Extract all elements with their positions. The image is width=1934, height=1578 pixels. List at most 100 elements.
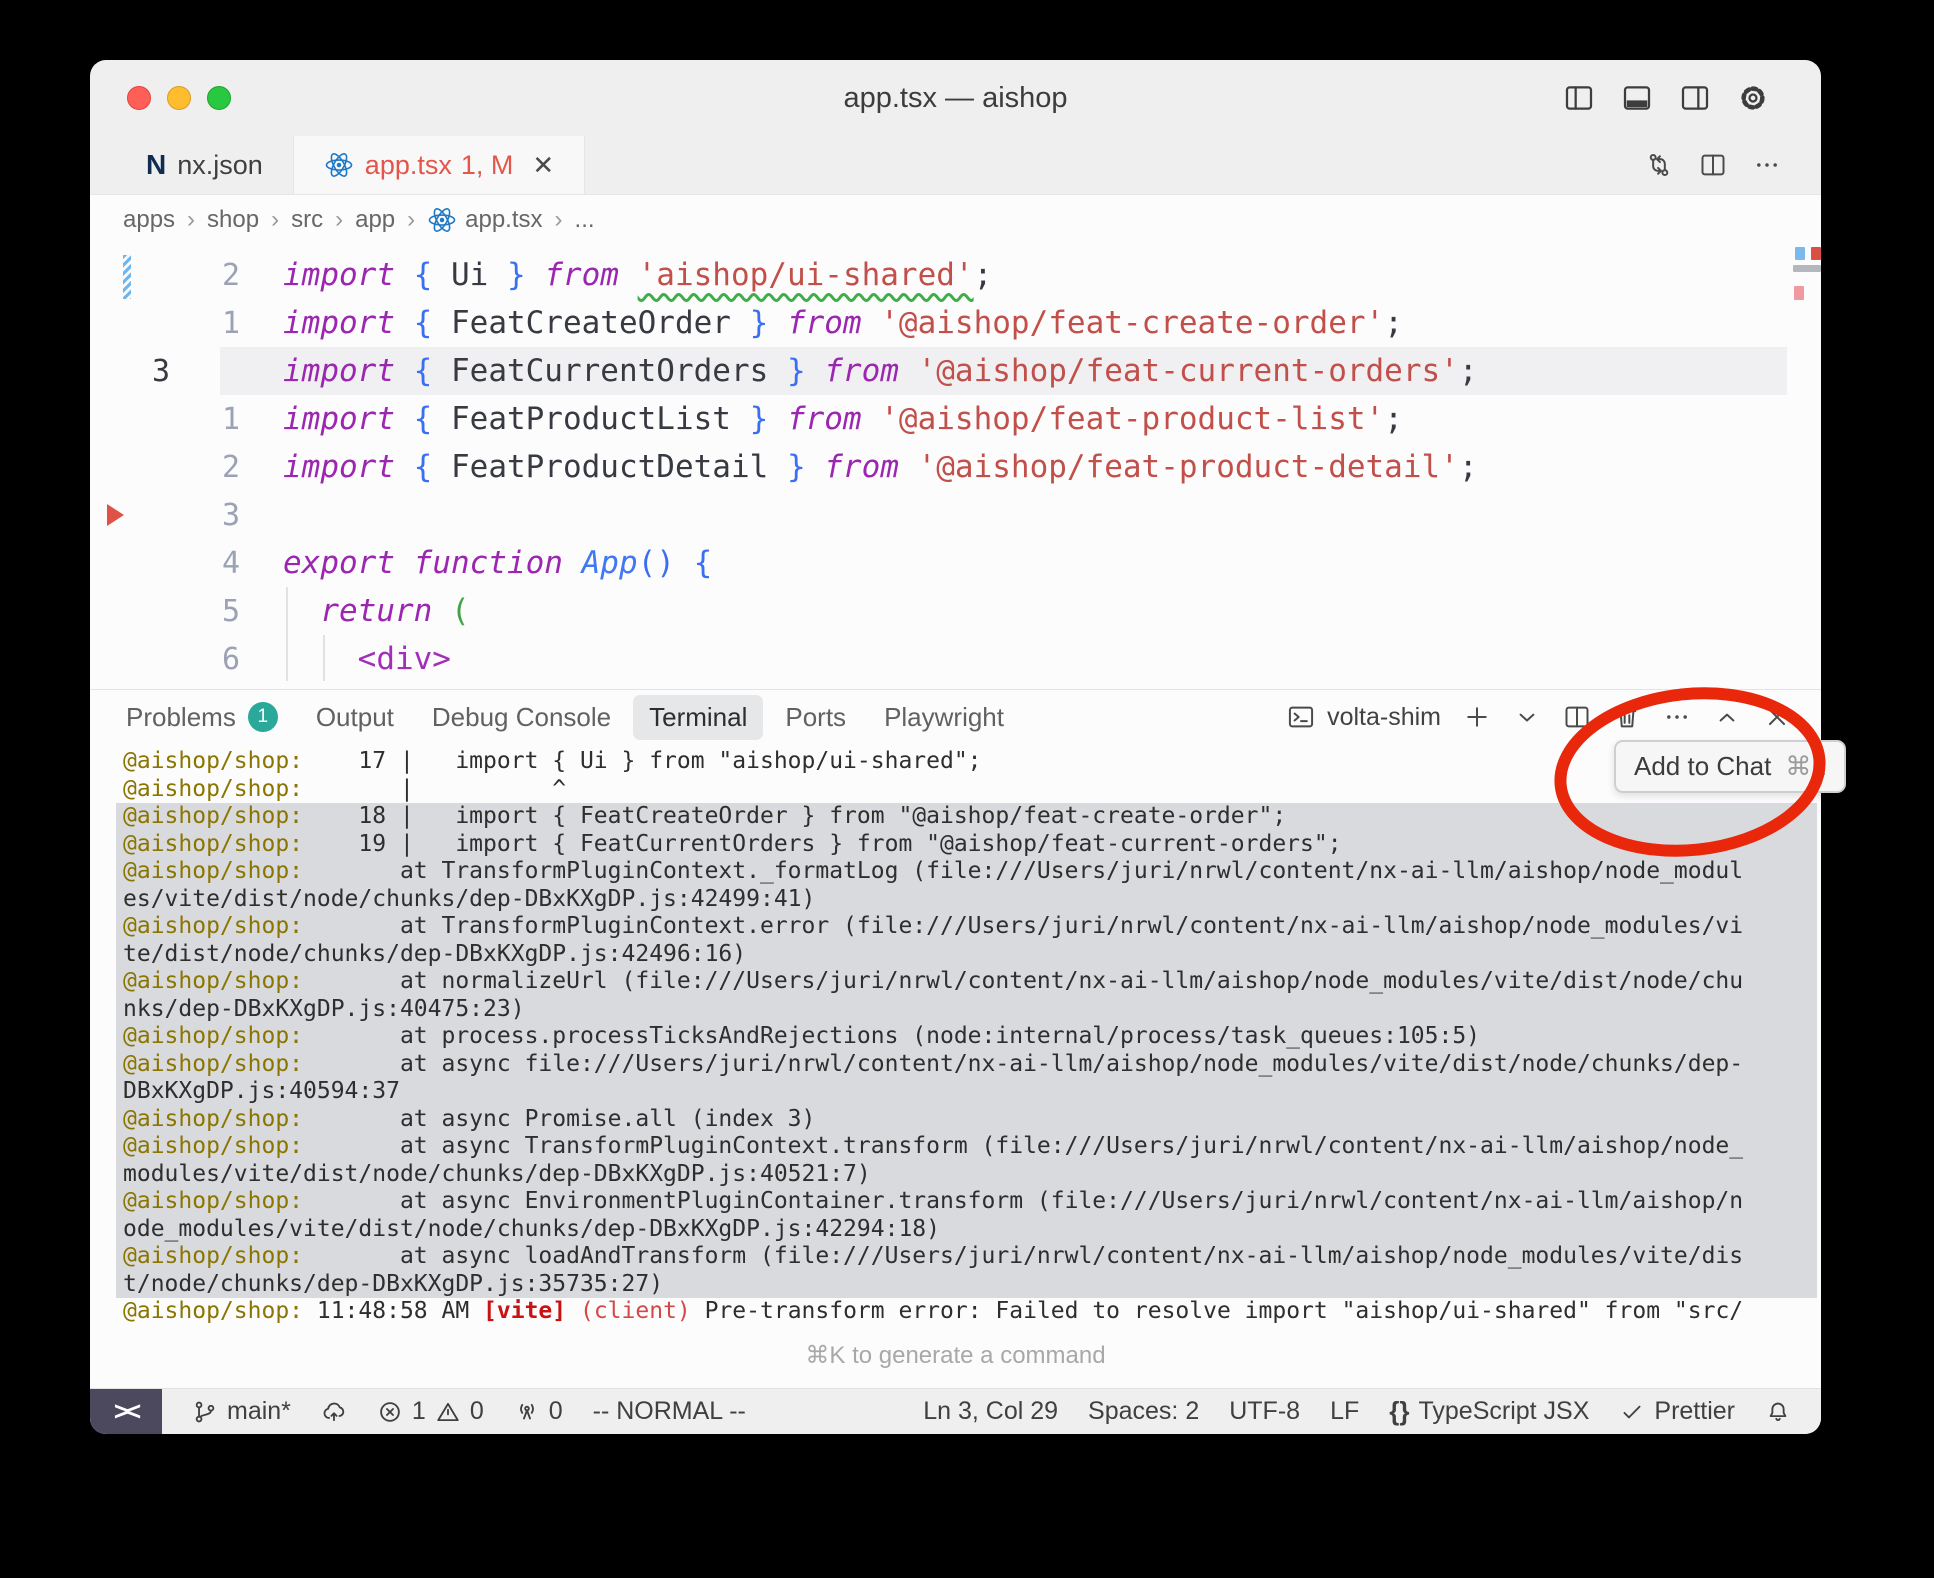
editor-line[interactable]: 3 xyxy=(90,491,1821,539)
editor-line[interactable]: 3import { FeatCurrentOrders } from '@ais… xyxy=(90,347,1821,395)
status-label: Ln 3, Col 29 xyxy=(923,1397,1058,1426)
terminal-output[interactable]: @aishop/shop: 17 | import { Ui } from "a… xyxy=(90,744,1821,1326)
status-item-encoding[interactable]: UTF-8 xyxy=(1229,1389,1300,1434)
braces-icon: {} xyxy=(1389,1396,1409,1427)
terminal-line: @aishop/shop: 17 | import { Ui } from "a… xyxy=(116,748,1817,776)
terminal-more-actions-button[interactable] xyxy=(1663,703,1691,731)
editor-line[interactable]: 2 import { Ui } from 'aishop/ui-shared'; xyxy=(90,251,1821,299)
status-count: 0 xyxy=(470,1397,484,1426)
breadcrumb-item-apps[interactable]: apps xyxy=(123,206,175,234)
code-text: export function App() { xyxy=(283,545,712,581)
zoom-window-button[interactable] xyxy=(207,86,231,110)
breadcrumb-separator: › xyxy=(335,206,343,234)
tab-app-tsx[interactable]: app.tsx1, M✕ xyxy=(293,136,585,194)
window-controls xyxy=(127,60,231,136)
breadcrumb-label: shop xyxy=(207,206,259,234)
terminal-icon xyxy=(1287,703,1315,731)
status-bar: ><main*100-- NORMAL -- Ln 3, Col 29Space… xyxy=(90,1388,1821,1434)
status-item-indentation[interactable]: Spaces: 2 xyxy=(1088,1389,1199,1434)
toggle-panel-button[interactable] xyxy=(1621,82,1653,114)
editor-lines: 2 import { Ui } from 'aishop/ui-shared'; 1… xyxy=(90,251,1821,683)
breadcrumb-item-app[interactable]: app xyxy=(355,206,395,234)
code-editor[interactable]: 2 import { Ui } from 'aishop/ui-shared'; 1… xyxy=(90,245,1821,689)
kill-terminal-button[interactable] xyxy=(1613,703,1641,731)
terminal-line: @aishop/shop: 11:48:58 AM [vite] (client… xyxy=(116,1298,1817,1326)
editor-line[interactable]: 5 return ( xyxy=(90,587,1821,635)
split-icon xyxy=(1563,703,1591,731)
editor-tabs: Nnx.jsonapp.tsx1, M✕ xyxy=(90,136,585,194)
editor-tab-bar: Nnx.jsonapp.tsx1, M✕ xyxy=(90,136,1821,195)
status-item-language-mode[interactable]: {} TypeScript JSX xyxy=(1389,1389,1589,1434)
breadcrumb-item-shop[interactable]: shop xyxy=(207,206,259,234)
overview-warning-mark xyxy=(1794,286,1804,300)
status-item-eol[interactable]: LF xyxy=(1330,1389,1359,1434)
panel-tab-output[interactable]: Output xyxy=(300,695,410,740)
panel-tab-label: Playwright xyxy=(884,702,1004,733)
editor-line[interactable]: 1import { FeatCreateOrder } from '@aisho… xyxy=(90,299,1821,347)
terminal-line: @aishop/shop: at async EnvironmentPlugin… xyxy=(116,1188,1817,1216)
editor-line[interactable]: 2import { FeatProductDetail } from '@ais… xyxy=(90,443,1821,491)
tab-close-icon[interactable]: ✕ xyxy=(532,150,554,181)
indent-guide xyxy=(286,587,288,681)
panel-tab-terminal[interactable]: Terminal xyxy=(633,695,763,740)
breadcrumb-item-[interactable]: ... xyxy=(575,206,595,234)
breadcrumb-separator: › xyxy=(407,206,415,234)
status-item-publish-changes[interactable] xyxy=(321,1389,347,1434)
overview-error-mark xyxy=(1811,247,1821,260)
terminal-line: @aishop/shop: 19 | import { FeatCurrentO… xyxy=(116,831,1817,859)
problems-count-badge: 1 xyxy=(248,702,278,732)
close-panel-button[interactable] xyxy=(1763,703,1791,731)
code-text: import { FeatProductDetail } from '@aish… xyxy=(283,449,1478,485)
tab-nx-json[interactable]: Nnx.json xyxy=(116,136,293,194)
minimize-window-button[interactable] xyxy=(167,86,191,110)
editor-more-actions-button[interactable] xyxy=(1753,151,1781,179)
status-item-notifications[interactable] xyxy=(1765,1389,1791,1434)
editor-line[interactable]: 1import { FeatProductList } from '@aisho… xyxy=(90,395,1821,443)
chevron-up-icon xyxy=(1713,703,1741,731)
new-terminal-button[interactable] xyxy=(1463,703,1491,731)
status-item-forwarded-ports[interactable]: 0 xyxy=(514,1389,563,1434)
layout-sidebar-left-icon xyxy=(1563,82,1595,114)
status-item-vim-mode[interactable]: -- NORMAL -- xyxy=(593,1389,746,1434)
status-item-formatter[interactable]: Prettier xyxy=(1619,1389,1735,1434)
toggle-secondary-sidebar-button[interactable] xyxy=(1679,82,1711,114)
terminal-line: @aishop/shop: at async file:///Users/jur… xyxy=(116,1051,1817,1079)
status-item-problems[interactable]: 10 xyxy=(377,1389,484,1434)
breadcrumb-item-src[interactable]: src xyxy=(291,206,323,234)
layout-sidebar-right-icon xyxy=(1679,82,1711,114)
breadcrumb-item-app-tsx[interactable]: app.tsx xyxy=(427,205,542,235)
editor-line[interactable]: 6 <div> xyxy=(90,635,1821,683)
close-window-button[interactable] xyxy=(127,86,151,110)
compare-icon xyxy=(1645,151,1673,179)
line-number: 2 xyxy=(90,258,240,293)
line-number: 5 xyxy=(90,594,240,629)
add-to-chat-tooltip[interactable]: Add to Chat ⌘L xyxy=(1614,740,1846,793)
more-icon xyxy=(1663,703,1691,731)
open-changes-button[interactable] xyxy=(1645,151,1673,179)
panel-tab-problems[interactable]: Problems1 xyxy=(110,695,294,740)
status-item-cursor-position[interactable]: Ln 3, Col 29 xyxy=(923,1389,1058,1434)
panel-tab-debug-console[interactable]: Debug Console xyxy=(416,695,627,740)
layout-panel-icon xyxy=(1621,82,1653,114)
status-item-branch[interactable]: main* xyxy=(192,1389,291,1434)
terminal-instance-button[interactable]: volta-shim xyxy=(1287,703,1441,732)
split-terminal-button[interactable] xyxy=(1563,703,1591,731)
titlebar-actions xyxy=(1563,60,1769,136)
breadcrumb-separator: › xyxy=(187,206,195,234)
react-icon xyxy=(324,150,354,180)
split-editor-button[interactable] xyxy=(1699,151,1727,179)
panel-tab-ports[interactable]: Ports xyxy=(769,695,862,740)
maximize-panel-button[interactable] xyxy=(1713,703,1741,731)
status-label: Prettier xyxy=(1654,1397,1735,1426)
toggle-primary-sidebar-button[interactable] xyxy=(1563,82,1595,114)
panel-tab-playwright[interactable]: Playwright xyxy=(868,695,1020,740)
editor-line[interactable]: 4export function App() { xyxy=(90,539,1821,587)
manage-settings-button[interactable] xyxy=(1737,82,1769,114)
panel-tab-label: Debug Console xyxy=(432,702,611,733)
status-item-remote[interactable]: >< xyxy=(90,1389,162,1434)
overview-ruler-slider[interactable] xyxy=(1793,265,1821,272)
code-text: import { Ui } from 'aishop/ui-shared'; xyxy=(283,257,992,293)
terminal-profile-dropdown-button[interactable] xyxy=(1513,703,1541,731)
status-label: TypeScript JSX xyxy=(1419,1397,1590,1426)
status-label: -- NORMAL -- xyxy=(593,1397,746,1426)
